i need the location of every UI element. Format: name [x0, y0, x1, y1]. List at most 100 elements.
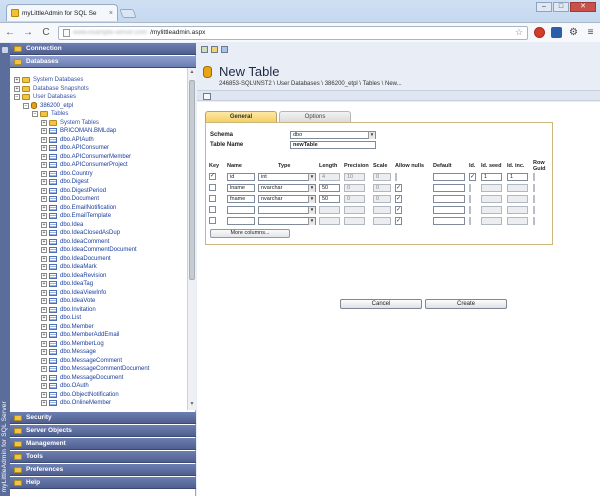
- tree-item[interactable]: + dbo.Digest: [10, 178, 186, 187]
- tree-item[interactable]: + dbo.Member: [10, 323, 186, 332]
- tree-item[interactable]: + dbo.MessageDocument: [10, 374, 186, 383]
- tree-item[interactable]: + dbo.MessageCommentDocument: [10, 365, 186, 374]
- expand-icon[interactable]: +: [41, 264, 47, 271]
- id-seed-input[interactable]: [481, 205, 502, 214]
- expand-icon[interactable]: +: [41, 145, 47, 152]
- expand-icon[interactable]: +: [41, 119, 47, 126]
- expand-icon[interactable]: +: [41, 289, 47, 296]
- expand-icon[interactable]: +: [41, 221, 47, 228]
- expand-icon[interactable]: +: [41, 247, 47, 254]
- tree-item[interactable]: + dbo.DigestPeriod: [10, 187, 186, 196]
- table-name-input[interactable]: newTable: [290, 141, 376, 149]
- section-tools[interactable]: Tools: [10, 451, 196, 463]
- row-guid-checkbox[interactable]: [533, 216, 535, 225]
- reload-button[interactable]: C: [40, 27, 52, 38]
- tree-item[interactable]: + dbo.IdeaRevision: [10, 272, 186, 281]
- column-type-select[interactable]: ▼: [258, 216, 316, 225]
- tree-item[interactable]: + dbo.OnlineMember: [10, 399, 186, 408]
- column-name-input[interactable]: [227, 205, 255, 214]
- identity-checkbox[interactable]: [469, 183, 471, 192]
- default-input[interactable]: [433, 205, 465, 214]
- tree-item[interactable]: + dbo.APIConsumerMember: [10, 153, 186, 162]
- row-guid-checkbox[interactable]: [533, 183, 535, 192]
- id-inc-input[interactable]: [507, 205, 528, 214]
- tree-item[interactable]: + dbo.APIConsumer: [10, 144, 186, 153]
- expand-icon[interactable]: +: [41, 281, 47, 288]
- column-name-input[interactable]: id: [227, 172, 255, 181]
- tree-item[interactable]: + dbo.List: [10, 314, 186, 323]
- stop-extension-icon[interactable]: [534, 27, 545, 38]
- expand-icon[interactable]: +: [41, 391, 47, 398]
- expand-icon[interactable]: +: [41, 306, 47, 313]
- expand-icon[interactable]: +: [41, 323, 47, 330]
- tree-item[interactable]: + dbo.MessageComment: [10, 357, 186, 366]
- expand-icon[interactable]: +: [41, 349, 47, 356]
- tree-item[interactable]: + dbo.APIAuth: [10, 136, 186, 145]
- tab-general[interactable]: General: [205, 111, 277, 122]
- expand-icon[interactable]: +: [41, 272, 47, 279]
- scroll-thumb[interactable]: [189, 80, 195, 280]
- tree-item[interactable]: + dbo.ObjectNotification: [10, 391, 186, 400]
- row-guid-checkbox[interactable]: [533, 205, 535, 214]
- tree-item[interactable]: + dbo.IdeaTag: [10, 280, 186, 289]
- expand-icon[interactable]: +: [41, 298, 47, 305]
- tree-item[interactable]: + dbo.MemberLog: [10, 340, 186, 349]
- tree-item[interactable]: + dbo.EmailTemplate: [10, 212, 186, 221]
- section-databases[interactable]: Databases: [10, 56, 196, 68]
- tree-item[interactable]: + dbo.EmailNotification: [10, 204, 186, 213]
- tree-item[interactable]: + System Tables: [10, 119, 186, 128]
- default-input[interactable]: [433, 216, 465, 225]
- id-seed-input[interactable]: [481, 183, 502, 192]
- expand-icon[interactable]: +: [14, 77, 20, 84]
- expand-icon[interactable]: +: [41, 255, 47, 262]
- allow-nulls-checkbox[interactable]: [395, 172, 397, 181]
- default-input[interactable]: [433, 172, 465, 181]
- more-columns-button[interactable]: More columns...: [210, 229, 290, 238]
- browser-tab[interactable]: myLittleAdmin for SQL Se ×: [6, 4, 118, 21]
- id-inc-input[interactable]: [507, 194, 528, 203]
- row-guid-checkbox[interactable]: [533, 194, 535, 203]
- identity-checkbox[interactable]: ✓: [469, 172, 477, 181]
- expand-icon[interactable]: +: [41, 136, 47, 143]
- identity-checkbox[interactable]: [469, 194, 471, 203]
- expand-icon[interactable]: +: [41, 357, 47, 364]
- collapse-icon[interactable]: [2, 47, 8, 53]
- scale-input[interactable]: [373, 216, 391, 225]
- allow-nulls-checkbox[interactable]: ✓: [395, 183, 403, 192]
- length-input[interactable]: 4: [319, 172, 340, 181]
- allow-nulls-checkbox[interactable]: ✓: [395, 205, 403, 214]
- extension-icon[interactable]: [551, 27, 562, 38]
- section-management[interactable]: Management: [10, 438, 196, 450]
- precision-input[interactable]: 0: [344, 194, 365, 203]
- tree-item[interactable]: + dbo.Idea: [10, 221, 186, 230]
- address-bar[interactable]: www.example-server.com /mylittleadmin.as…: [58, 25, 528, 40]
- window-close-button[interactable]: ✕: [570, 2, 596, 12]
- scroll-up-icon[interactable]: ▲: [189, 69, 195, 77]
- forward-button[interactable]: →: [22, 27, 34, 38]
- tree-item[interactable]: + System Databases: [10, 76, 186, 85]
- length-input[interactable]: 50: [319, 183, 340, 192]
- bookmark-star-icon[interactable]: ☆: [515, 27, 523, 38]
- menu-icon[interactable]: ≡: [585, 27, 596, 38]
- tree-item[interactable]: + dbo.IdeaViewInfo: [10, 289, 186, 298]
- precision-input[interactable]: 10: [344, 172, 365, 181]
- tree-item[interactable]: + dbo.Message: [10, 348, 186, 357]
- expand-icon[interactable]: +: [41, 170, 47, 177]
- length-input[interactable]: [319, 205, 340, 214]
- script-icon[interactable]: [203, 93, 211, 100]
- collapse-icon[interactable]: −: [23, 102, 29, 109]
- tree-item[interactable]: + dbo.IdeaDocument: [10, 255, 186, 264]
- create-button[interactable]: Create: [425, 299, 507, 309]
- expand-icon[interactable]: +: [41, 374, 47, 381]
- collapse-icon[interactable]: −: [14, 94, 20, 101]
- tab-close-icon[interactable]: ×: [109, 10, 113, 17]
- expand-icon[interactable]: +: [41, 196, 47, 203]
- tree-item[interactable]: + Database Snapshots: [10, 85, 186, 94]
- column-type-select[interactable]: int ▼: [258, 172, 316, 181]
- expand-icon[interactable]: +: [41, 128, 47, 135]
- id-seed-input[interactable]: [481, 194, 502, 203]
- scale-input[interactable]: 0: [373, 183, 391, 192]
- default-input[interactable]: [433, 194, 465, 203]
- id-seed-input[interactable]: 1: [481, 172, 502, 181]
- expand-icon[interactable]: +: [41, 238, 47, 245]
